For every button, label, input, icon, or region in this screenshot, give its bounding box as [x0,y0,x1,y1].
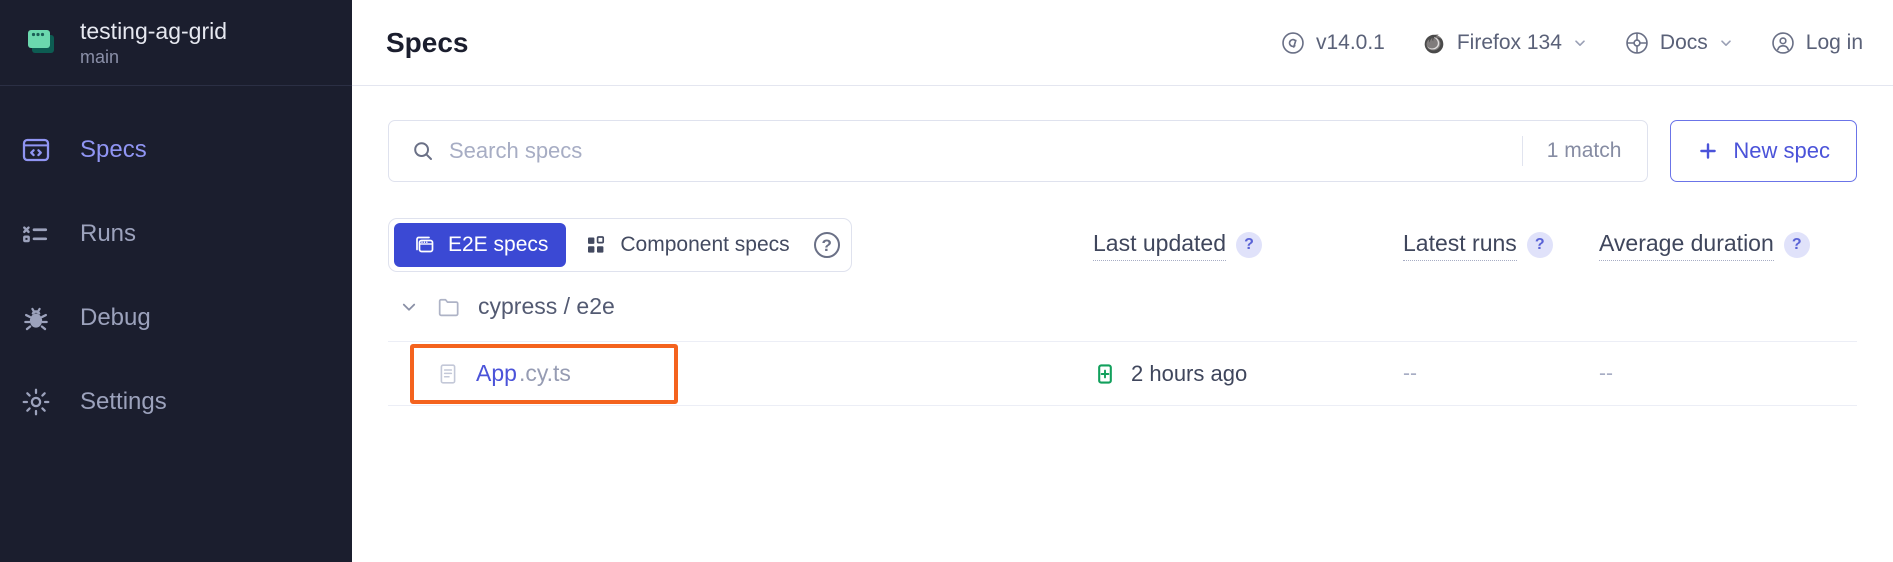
spec-data-cells: 2 hours ago -- -- [1093,361,1857,387]
login-button[interactable]: Log in [1770,30,1863,56]
login-label: Log in [1805,30,1863,54]
sidebar-item-label: Debug [80,304,151,331]
new-spec-button[interactable]: New spec [1670,120,1857,182]
chevron-down-icon [1572,35,1588,51]
docs-globe-icon [1624,30,1650,56]
code-window-icon [18,132,54,168]
spec-basename: App [476,360,517,386]
folder-label: cypress / e2e [478,293,615,319]
project-header[interactable]: testing-ag-grid main [0,0,352,86]
question-mark-glyph: ? [1244,236,1254,253]
cypress-logo-icon [1280,30,1306,56]
column-header-average-duration: Average duration ? [1599,230,1857,261]
version-indicator[interactable]: v14.0.1 [1280,30,1385,56]
project-branch: main [80,46,120,67]
spec-latest-runs-cell: -- [1403,361,1417,385]
browser-label: Firefox 134 [1456,30,1562,54]
average-duration-help-icon[interactable]: ? [1783,232,1810,258]
latest-runs-help-icon[interactable]: ? [1526,232,1553,258]
docs-menu[interactable]: Docs [1624,30,1734,56]
folder-icon [436,294,462,320]
sidebar-nav: Specs Runs Debug Settings [0,86,352,444]
search-box[interactable]: 1 match [388,120,1649,182]
project-meta: testing-ag-grid main [80,18,227,68]
spec-name-cell-highlighted[interactable]: App .cy.ts [410,343,678,404]
chevron-down-icon [1718,35,1734,51]
column-headers: Last updated ? Latest runs ? Average dur… [1093,230,1857,261]
bug-icon [18,300,54,336]
spec-last-updated-text: 2 hours ago [1131,360,1248,386]
sidebar-item-label: Runs [80,220,137,247]
sidebar-item-specs[interactable]: Specs [0,108,352,192]
tab-e2e-specs[interactable]: E2E specs [394,223,567,267]
last-updated-help-icon[interactable]: ? [1236,232,1263,258]
browser-stack-icon [412,233,436,257]
version-label: v14.0.1 [1315,30,1385,54]
tab-component-specs[interactable]: Component specs [566,223,807,267]
table-header-row: E2E specs Component specs ? Last updated… [388,218,1857,272]
spec-folder-row[interactable]: cypress / e2e [388,272,1857,342]
question-mark-glyph: ? [1791,236,1802,253]
page-title: Specs [386,26,469,58]
tab-label: E2E specs [448,233,549,256]
column-label[interactable]: Average duration [1599,230,1774,261]
sidebar-item-settings[interactable]: Settings [0,360,352,444]
sidebar-item-label: Settings [80,388,167,415]
plus-icon [1697,140,1719,162]
column-header-last-updated: Last updated ? [1093,230,1403,261]
file-added-green-icon [1093,362,1117,386]
new-spec-label: New spec [1733,138,1830,163]
sidebar-item-debug[interactable]: Debug [0,276,352,360]
gear-icon [18,384,54,420]
user-circle-icon [1770,30,1796,56]
project-name: testing-ag-grid [80,17,228,44]
topbar: Specs v14.0.1 Firefox 134 Docs Log in [352,0,1893,86]
spec-average-duration-cell: -- [1599,361,1613,385]
column-header-latest-runs: Latest runs ? [1403,230,1599,261]
match-count: 1 match [1521,136,1648,166]
question-mark-glyph: ? [821,235,832,255]
component-specs-help-icon[interactable]: ? [813,232,840,258]
chevron-down-icon[interactable] [398,296,420,318]
browser-selector[interactable]: Firefox 134 [1421,30,1588,56]
spec-last-updated-cell: 2 hours ago [1093,361,1403,387]
stacked-windows-logo-icon [22,23,62,63]
tab-label: Component specs [620,233,790,256]
firefox-icon [1421,30,1447,56]
document-icon [436,362,460,386]
sidebar-item-label: Specs [80,136,147,163]
column-label[interactable]: Last updated [1093,230,1227,261]
search-row: 1 match New spec [388,120,1857,182]
spec-type-tabs: E2E specs Component specs ? [388,218,852,272]
component-blocks-icon [584,233,608,257]
docs-label: Docs [1659,30,1708,54]
test-results-list-icon [18,216,54,252]
spec-row[interactable]: App .cy.ts 2 hours ago -- -- [388,342,1857,406]
sidebar-item-runs[interactable]: Runs [0,192,352,276]
question-mark-glyph: ? [1534,236,1545,253]
main-panel: Specs v14.0.1 Firefox 134 Docs Log in Se… [352,0,1893,562]
column-label[interactable]: Latest runs [1403,230,1517,261]
topbar-actions: v14.0.1 Firefox 134 Docs Log in [1280,30,1863,56]
cypress-app-window: testing-ag-grid main Specs Runs Debug Se… [0,0,1893,562]
sidebar: testing-ag-grid main Specs Runs Debug Se… [0,0,352,562]
spec-extension: .cy.ts [518,360,571,386]
search-icon [411,139,435,163]
specs-content: 1 match New spec [352,86,1893,562]
search-input[interactable] [449,138,1522,164]
